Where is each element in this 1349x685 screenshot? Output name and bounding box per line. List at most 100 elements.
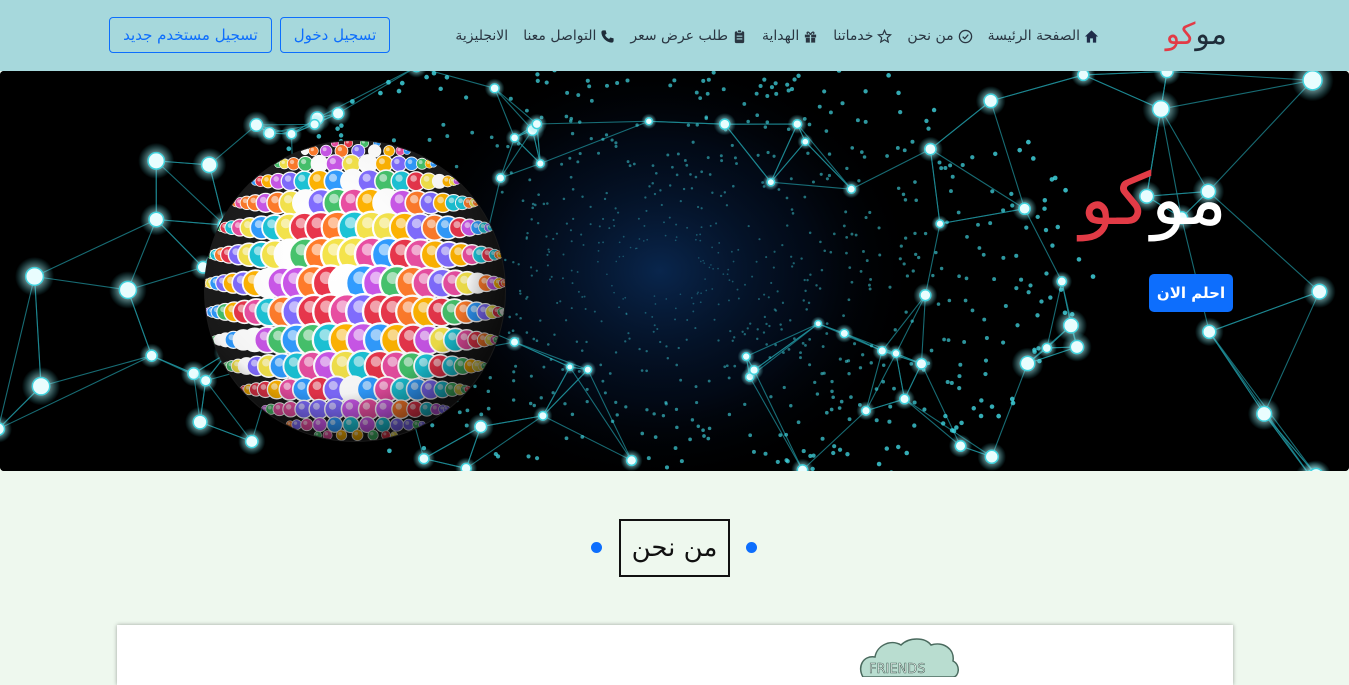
network-dot bbox=[799, 351, 802, 354]
nav-item-gifts[interactable]: الهداية bbox=[762, 28, 818, 44]
network-dot bbox=[898, 110, 902, 114]
network-dot bbox=[611, 138, 614, 141]
network-dot bbox=[990, 404, 995, 409]
network-dot bbox=[687, 123, 690, 126]
network-node bbox=[1161, 71, 1174, 78]
network-dot bbox=[734, 156, 737, 159]
network-dot bbox=[808, 302, 810, 304]
social-media-apps-globe bbox=[202, 139, 508, 442]
network-dot bbox=[531, 274, 533, 276]
network-dot bbox=[666, 153, 669, 156]
network-dot bbox=[825, 129, 829, 133]
hero-banner: موكو احلم الان bbox=[0, 71, 1349, 471]
network-dot bbox=[581, 196, 583, 198]
network-dot bbox=[806, 279, 808, 281]
dream-now-button[interactable]: احلم الان bbox=[1149, 274, 1233, 312]
network-dot bbox=[562, 253, 564, 255]
network-dot bbox=[590, 223, 592, 225]
network-dot bbox=[704, 278, 706, 280]
network-dot bbox=[783, 386, 786, 389]
network-dot bbox=[548, 251, 550, 253]
network-dot bbox=[789, 404, 792, 407]
network-dot bbox=[791, 265, 793, 267]
network-dot bbox=[808, 338, 811, 341]
network-dot bbox=[640, 432, 644, 436]
network-dot bbox=[983, 372, 987, 376]
network-dot bbox=[778, 188, 781, 191]
network-dot bbox=[628, 337, 630, 339]
network-dot bbox=[535, 72, 539, 76]
network-dot bbox=[934, 251, 937, 254]
network-dot bbox=[665, 298, 667, 300]
network-node bbox=[1070, 340, 1083, 353]
network-dot bbox=[857, 179, 860, 182]
network-dot bbox=[547, 343, 550, 346]
nav-item-services[interactable]: خدماتنا bbox=[833, 28, 892, 44]
network-dot bbox=[617, 212, 619, 214]
network-dot bbox=[763, 294, 765, 296]
network-dot bbox=[796, 74, 800, 78]
network-dot bbox=[692, 141, 695, 144]
network-dot bbox=[838, 406, 842, 410]
network-dot bbox=[578, 291, 580, 293]
network-dot bbox=[727, 269, 729, 271]
nav-item-contact[interactable]: التواصل معنا bbox=[523, 28, 615, 44]
check-circle-icon bbox=[958, 29, 973, 44]
network-dot bbox=[547, 249, 549, 251]
network-dot bbox=[695, 401, 698, 404]
network-dot bbox=[885, 154, 889, 158]
friends-cloud-image: FRIENDS bbox=[855, 637, 961, 677]
network-dot bbox=[683, 188, 685, 190]
nav-item-english[interactable]: الانجليزية bbox=[455, 28, 508, 44]
network-dot bbox=[697, 292, 699, 294]
network-dot bbox=[776, 460, 780, 464]
network-dot bbox=[441, 123, 445, 127]
network-dot bbox=[900, 245, 903, 248]
network-dot bbox=[590, 137, 593, 140]
network-dot bbox=[816, 392, 819, 395]
network-dot bbox=[715, 222, 717, 224]
network-dot bbox=[705, 115, 709, 119]
network-dot bbox=[856, 118, 860, 122]
network-dot bbox=[904, 451, 909, 456]
network-dot bbox=[825, 411, 829, 415]
brand-logo[interactable]: موكو bbox=[1166, 16, 1227, 54]
network-dot bbox=[954, 425, 959, 430]
network-dot bbox=[700, 261, 702, 263]
network-dot bbox=[965, 277, 969, 281]
network-dot bbox=[792, 77, 796, 81]
network-dot bbox=[706, 92, 710, 96]
network-dot bbox=[430, 423, 434, 427]
network-dot bbox=[665, 235, 667, 237]
register-button[interactable]: تسجيل مستخدم جديد bbox=[109, 17, 272, 53]
network-dot bbox=[675, 364, 678, 367]
nav-item-home[interactable]: الصفحة الرئيسة bbox=[988, 28, 1099, 44]
network-dot bbox=[1036, 215, 1040, 219]
network-node bbox=[1078, 71, 1089, 80]
login-button[interactable]: تسجيل دخول bbox=[280, 17, 390, 53]
network-dot bbox=[651, 316, 653, 318]
nav-item-quote[interactable]: طلب عرض سعر bbox=[630, 28, 747, 44]
network-dot bbox=[566, 222, 568, 224]
network-dot bbox=[578, 120, 581, 123]
network-dot bbox=[729, 330, 731, 332]
network-dot bbox=[896, 146, 900, 150]
network-dot bbox=[286, 146, 291, 151]
network-dot bbox=[863, 155, 867, 159]
network-dot bbox=[665, 345, 667, 347]
network-dot bbox=[768, 356, 771, 359]
network-dot bbox=[576, 160, 579, 163]
clipboard-icon bbox=[732, 29, 747, 44]
network-dot bbox=[464, 95, 468, 99]
nav-item-about[interactable]: من نحن bbox=[907, 28, 972, 44]
network-dot bbox=[878, 226, 881, 229]
network-dot bbox=[737, 289, 739, 291]
network-dot bbox=[691, 297, 693, 299]
network-dot bbox=[515, 313, 518, 316]
network-dot bbox=[501, 191, 504, 194]
network-dot bbox=[744, 333, 746, 335]
network-dot bbox=[663, 221, 665, 223]
network-node bbox=[250, 119, 263, 132]
network-dot bbox=[674, 446, 678, 450]
network-node bbox=[742, 353, 750, 361]
